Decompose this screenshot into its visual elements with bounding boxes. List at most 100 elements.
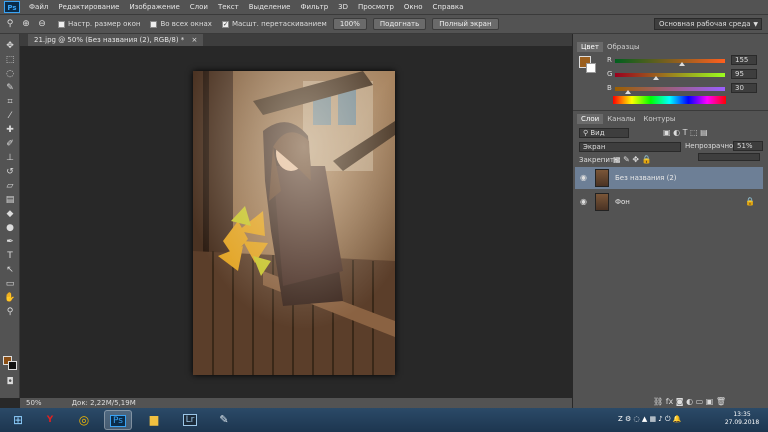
shape-tool-icon[interactable]: ▭ — [4, 278, 16, 290]
zoom-level[interactable]: 50% — [26, 399, 42, 407]
color-spectrum[interactable] — [613, 96, 726, 104]
document-image[interactable] — [193, 71, 395, 375]
clock[interactable]: 13:35 27.09.2018 — [722, 411, 762, 427]
tab-channels[interactable]: Каналы — [603, 114, 639, 124]
red-knob[interactable] — [678, 62, 685, 66]
blue-value[interactable]: 30 — [731, 83, 757, 93]
yandex-browser-icon[interactable]: Y — [36, 410, 64, 430]
doc-size-info[interactable]: Док: 2,22M/5,19M — [72, 399, 136, 407]
move-tool-icon[interactable]: ✥ — [4, 40, 16, 52]
layer-row[interactable]: ◉ Фон 🔒 — [575, 191, 763, 213]
menu-help[interactable]: Справка — [428, 3, 469, 11]
crop-tool-icon[interactable]: ⌗ — [4, 96, 16, 108]
checkmark-icon: ✓ — [221, 20, 229, 28]
path-select-tool-icon[interactable]: ↖ — [4, 264, 16, 276]
tray-icons[interactable]: Z ⚙ ◌ ▲ ▦ ♪ ⏻ 🔔 — [618, 415, 681, 424]
blue-track[interactable] — [615, 87, 725, 91]
dodge-tool-icon[interactable]: ● — [4, 222, 16, 234]
checkbox-label: Во всех окнах — [160, 20, 212, 28]
zoom-tool-icon[interactable]: ⚲ — [4, 18, 16, 30]
menu-image[interactable]: Изображение — [124, 3, 184, 11]
windows-taskbar: ⊞ Y ◎ Ps ▆ Lr ✎ Z ⚙ ◌ ▲ ▦ ♪ ⏻ 🔔 13:35 27… — [0, 408, 768, 432]
background-color-swatch[interactable] — [8, 361, 17, 370]
paint-icon[interactable]: ✎ — [210, 410, 238, 430]
explorer-icon[interactable]: ▆ — [140, 410, 168, 430]
divider — [573, 110, 768, 111]
blue-knob[interactable] — [624, 90, 631, 94]
menu-view[interactable]: Просмотр — [353, 3, 399, 11]
clock-date: 27.09.2018 — [724, 419, 760, 426]
chrome-icon[interactable]: ◎ — [70, 410, 98, 430]
tab-swatches[interactable]: Образцы — [603, 42, 644, 52]
workspace-select[interactable]: Основная рабочая среда ▼ — [654, 18, 762, 30]
layer-thumbnail — [595, 169, 609, 187]
photo-illustration — [193, 71, 395, 375]
menu-edit[interactable]: Редактирование — [53, 3, 124, 11]
tab-color[interactable]: Цвет — [577, 42, 603, 52]
green-slider[interactable]: G 95 — [607, 69, 767, 80]
document-tab[interactable]: 21.jpg @ 50% (Без названия (2), RGB/8) *… — [28, 34, 204, 46]
green-value[interactable]: 95 — [731, 69, 757, 79]
blue-slider[interactable]: B 30 — [607, 83, 767, 94]
photoshop-logo-icon: Ps — [4, 1, 20, 13]
stamp-tool-icon[interactable]: ⊥ — [4, 152, 16, 164]
menu-window[interactable]: Окно — [399, 3, 428, 11]
history-brush-tool-icon[interactable]: ↺ — [4, 166, 16, 178]
filter-kind: Вид — [590, 129, 605, 137]
red-track[interactable] — [615, 59, 725, 63]
type-tool-icon[interactable]: T — [4, 250, 16, 262]
zoom-in-icon[interactable]: ⊕ — [20, 18, 32, 30]
lock-icons[interactable]: ▦ ✎ ✥ 🔒 — [613, 155, 652, 164]
zoom-tool-icon[interactable]: ⚲ — [4, 306, 16, 318]
menu-filter[interactable]: Фильтр — [295, 3, 333, 11]
hand-tool-icon[interactable]: ✋ — [4, 292, 16, 304]
tab-paths[interactable]: Контуры — [639, 114, 679, 124]
all-windows-checkbox[interactable]: Во всех окнах — [150, 20, 212, 28]
lock-icon: 🔒 — [745, 197, 755, 206]
photoshop-taskbar-button[interactable]: Ps — [104, 410, 132, 430]
menu-select[interactable]: Выделение — [244, 3, 296, 11]
layer-filter-icons[interactable]: ▣ ◐ T ⬚ ▤ — [663, 128, 708, 137]
tab-layers[interactable]: Слои — [577, 114, 604, 124]
layer-name[interactable]: Фон — [615, 198, 630, 206]
document-tab-bar: 21.jpg @ 50% (Без названия (2), RGB/8) *… — [20, 34, 572, 46]
background-color-swatch[interactable] — [586, 63, 596, 73]
blur-tool-icon[interactable]: ◆ — [4, 208, 16, 220]
healing-tool-icon[interactable]: ✚ — [4, 124, 16, 136]
blend-mode-select[interactable]: Экран — [579, 142, 681, 152]
scrubby-zoom-checkbox[interactable]: ✓ Масшт. перетаскиванием — [221, 20, 327, 28]
menu-3d[interactable]: 3D — [333, 3, 353, 11]
menu-file[interactable]: Файл — [24, 3, 53, 11]
layer-name[interactable]: Без названия (2) — [615, 174, 677, 182]
red-value[interactable]: 155 — [731, 55, 757, 65]
start-button-icon[interactable]: ⊞ — [4, 410, 32, 430]
lightroom-taskbar-button[interactable]: Lr — [176, 410, 204, 430]
brush-tool-icon[interactable]: ✐ — [4, 138, 16, 150]
opacity-input[interactable]: 51% — [733, 141, 763, 151]
eye-icon[interactable]: ◉ — [580, 173, 587, 182]
marquee-tool-icon[interactable]: ⬚ — [4, 54, 16, 66]
resize-windows-checkbox[interactable]: Настр. размер окон — [58, 20, 140, 28]
menu-type[interactable]: Текст — [213, 3, 244, 11]
gradient-tool-icon[interactable]: ▤ — [4, 194, 16, 206]
green-knob[interactable] — [652, 76, 659, 80]
layer-row[interactable]: ◉ Без названия (2) — [575, 167, 763, 189]
lasso-tool-icon[interactable]: ◌ — [4, 68, 16, 80]
red-slider[interactable]: R 155 — [607, 55, 767, 66]
quick-select-tool-icon[interactable]: ✎ — [4, 82, 16, 94]
eraser-tool-icon[interactable]: ▱ — [4, 180, 16, 192]
layer-filter-select[interactable]: ⚲ Вид — [579, 128, 629, 138]
fill-screen-button[interactable]: Полный экран — [432, 18, 499, 30]
pen-tool-icon[interactable]: ✒ — [4, 236, 16, 248]
eye-icon[interactable]: ◉ — [580, 197, 587, 206]
eyedropper-tool-icon[interactable]: ⁄ — [4, 110, 16, 122]
fit-screen-button[interactable]: Подогнать — [372, 18, 427, 30]
quick-mask-icon[interactable]: ◘ — [4, 376, 16, 388]
close-icon[interactable]: × — [192, 36, 198, 44]
zoom-100-button[interactable]: 100% — [332, 18, 367, 30]
opacity-slider[interactable] — [698, 153, 760, 161]
layer-actions[interactable]: ⛓ fx ◙ ◐ ▭ ▣ 🗑 — [653, 397, 726, 406]
zoom-out-icon[interactable]: ⊖ — [36, 18, 48, 30]
green-track[interactable] — [615, 73, 725, 77]
menu-layers[interactable]: Слои — [185, 3, 213, 11]
